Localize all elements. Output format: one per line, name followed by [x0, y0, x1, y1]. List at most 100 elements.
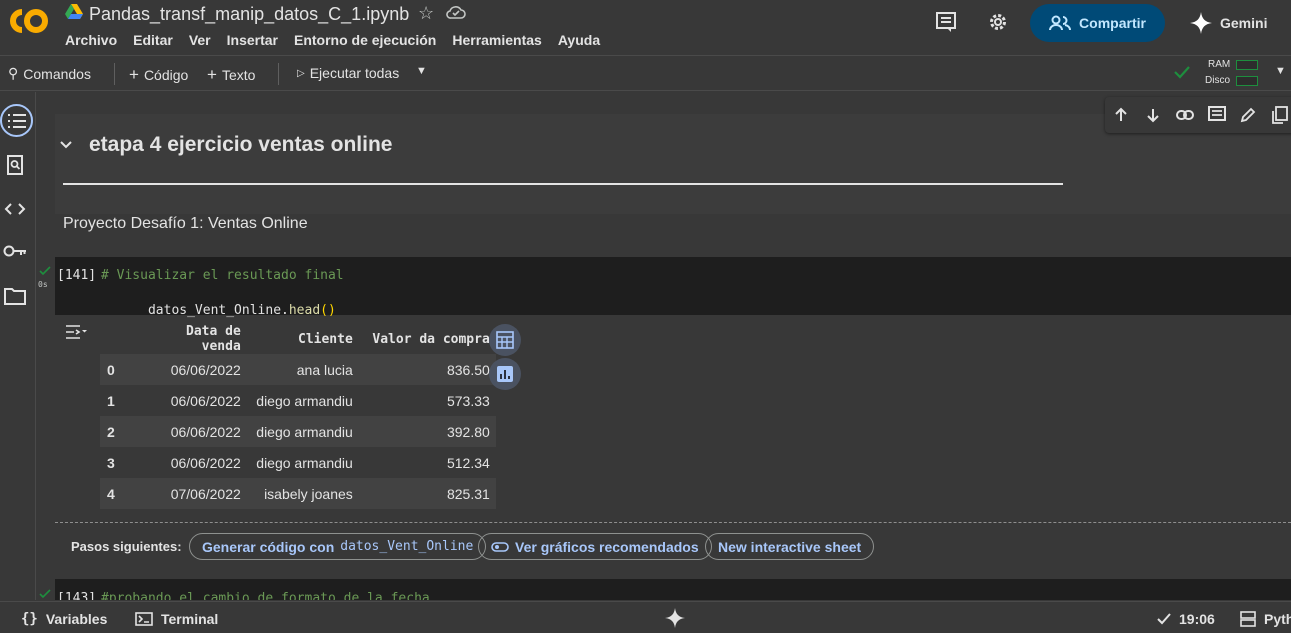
output-separator [55, 522, 1291, 523]
link-icon[interactable] [1169, 99, 1201, 131]
comment-icon[interactable] [1201, 99, 1233, 131]
add-code-button[interactable]: + Código [129, 65, 188, 85]
toolbar-divider [278, 63, 279, 85]
add-code-label: Código [143, 67, 189, 83]
menu-editar[interactable]: Editar [133, 32, 173, 48]
suggest-charts-button[interactable] [489, 358, 521, 390]
runtime-dropdown-icon[interactable]: ▼ [1275, 65, 1286, 77]
gemini-sparkle-icon [1190, 12, 1212, 34]
row-index: 1 [100, 385, 135, 416]
new-interactive-sheet-chip[interactable]: New interactive sheet [705, 533, 875, 560]
row-index: 4 [100, 478, 135, 509]
table-cell: 392.80 [358, 416, 496, 447]
comments-icon[interactable] [935, 11, 957, 33]
notebook-toolbar: ⚲ Comandos + Código + Texto ▷ Ejecutar t… [0, 57, 1291, 91]
table-cell: diego armandiu [246, 447, 359, 478]
move-cell-down-icon[interactable] [1137, 99, 1169, 131]
terminal-label: Terminal [161, 611, 219, 627]
terminal-button[interactable]: Terminal [135, 611, 218, 627]
row-index: 0 [100, 354, 135, 385]
column-header: Cliente [298, 331, 353, 347]
bar-chart-icon [497, 366, 513, 382]
share-button[interactable]: Compartir [1030, 4, 1165, 42]
cell-action-toolbar [1105, 97, 1291, 133]
status-bar: {} Variables Terminal 19:06 Pyth [0, 601, 1291, 633]
star-icon[interactable]: ☆ [418, 3, 434, 24]
text-cell-content[interactable]: Proyecto Desafío 1: Ventas Online [63, 215, 308, 233]
menu-ver[interactable]: Ver [189, 32, 211, 48]
code-comment: #probando el cambio de formato de la fec… [101, 591, 430, 600]
share-label: Compartir [1079, 15, 1146, 31]
code-function: head [288, 303, 321, 318]
table-icon [496, 331, 514, 349]
table-cell: 573.33 [358, 385, 496, 416]
menu-herramientas[interactable]: Herramientas [452, 32, 542, 48]
menu-ayuda[interactable]: Ayuda [558, 32, 600, 48]
ram-meter[interactable] [1236, 60, 1258, 70]
table-header-row: Data de venda Cliente Valor da compra [100, 324, 496, 354]
runtime-label: Pyth [1264, 611, 1291, 627]
row-index: 2 [100, 416, 135, 447]
table-cell: diego armandiu [246, 385, 359, 416]
terminal-icon [135, 612, 153, 626]
mirror-cell-icon[interactable] [1264, 99, 1291, 131]
table-cell: 07/06/2022 [134, 478, 247, 509]
check-icon [1157, 613, 1171, 625]
last-run-status[interactable]: 19:06 [1157, 611, 1215, 627]
table-cell: diego armandiu [246, 416, 359, 447]
plus-icon: + [207, 65, 217, 84]
run-all-dropdown[interactable]: ▼ [416, 65, 427, 77]
google-drive-icon [65, 4, 83, 19]
gemini-button[interactable]: Gemini [1180, 4, 1285, 42]
output-actions-icon[interactable] [65, 324, 87, 340]
variables-button[interactable]: {} Variables [21, 611, 107, 627]
files-folder-icon[interactable] [4, 287, 26, 305]
toolbar-divider [114, 63, 115, 85]
run-all-label: Ejecutar todas [309, 65, 400, 81]
commands-button[interactable]: ⚲ Comandos [8, 65, 91, 82]
view-charts-label: Ver gráficos recomendados [515, 538, 699, 555]
table-cell: isabely joanes [246, 478, 359, 509]
settings-gear-icon[interactable] [987, 11, 1009, 33]
execution-success-icon [39, 266, 51, 276]
left-sidebar [0, 92, 36, 600]
code-snippets-icon[interactable] [4, 202, 26, 216]
table-row: 3 06/06/2022 diego armandiu 512.34 [100, 447, 496, 478]
convert-to-interactive-table-button[interactable] [489, 324, 521, 356]
generate-code-prefix: Generar código con [202, 538, 335, 555]
menu-insertar[interactable]: Insertar [227, 32, 278, 48]
disk-meter[interactable] [1236, 76, 1258, 86]
column-header: Valor da compra [372, 331, 490, 347]
execution-count: [143] [57, 591, 97, 600]
table-cell: ana lucia [246, 354, 359, 385]
notebook-title[interactable]: Pandas_transf_manip_datos_C_1.ipynb [89, 4, 409, 25]
move-cell-up-icon[interactable] [1105, 99, 1137, 131]
execution-count: [141] [57, 268, 97, 283]
runtime-info[interactable]: Pyth [1240, 611, 1291, 627]
run-all-button[interactable]: ▷ Ejecutar todas [297, 65, 399, 81]
section-heading: etapa 4 ejercicio ventas online [89, 133, 393, 156]
new-sheet-label: New interactive sheet [718, 538, 862, 555]
table-row: 0 06/06/2022 ana lucia 836.50 [100, 354, 496, 385]
secrets-key-icon[interactable] [3, 244, 27, 258]
find-replace-icon[interactable] [6, 155, 24, 175]
view-charts-chip[interactable]: Ver gráficos recomendados [478, 533, 712, 560]
dataframe-table: Data de venda Cliente Valor da compra 0 06/… [100, 324, 496, 509]
table-cell: 06/06/2022 [134, 416, 247, 447]
menu-archivo[interactable]: Archivo [65, 32, 117, 48]
edit-pencil-icon[interactable] [1232, 99, 1264, 131]
collapse-chevron-icon[interactable] [59, 140, 73, 150]
braces-icon: {} [21, 611, 38, 627]
table-of-contents-icon[interactable] [0, 104, 33, 137]
generate-code-chip[interactable]: Generar código con datos_Vent_Online [189, 533, 487, 560]
menu-entorno-ejecucion[interactable]: Entorno de ejecución [294, 32, 436, 48]
play-icon: ▷ [297, 67, 305, 79]
search-icon: ⚲ [8, 65, 19, 81]
cloud-saved-icon[interactable] [446, 4, 466, 20]
gemini-sparkle-icon[interactable] [665, 608, 685, 628]
code-cell[interactable]: [141] # Visualizar el resultado final da… [55, 257, 1291, 318]
code-cell[interactable]: [143] #probando el cambio de formato de … [55, 579, 1291, 600]
colab-logo-icon[interactable] [8, 6, 50, 36]
code-parens: () [320, 303, 336, 318]
add-text-button[interactable]: + Texto [207, 65, 255, 85]
